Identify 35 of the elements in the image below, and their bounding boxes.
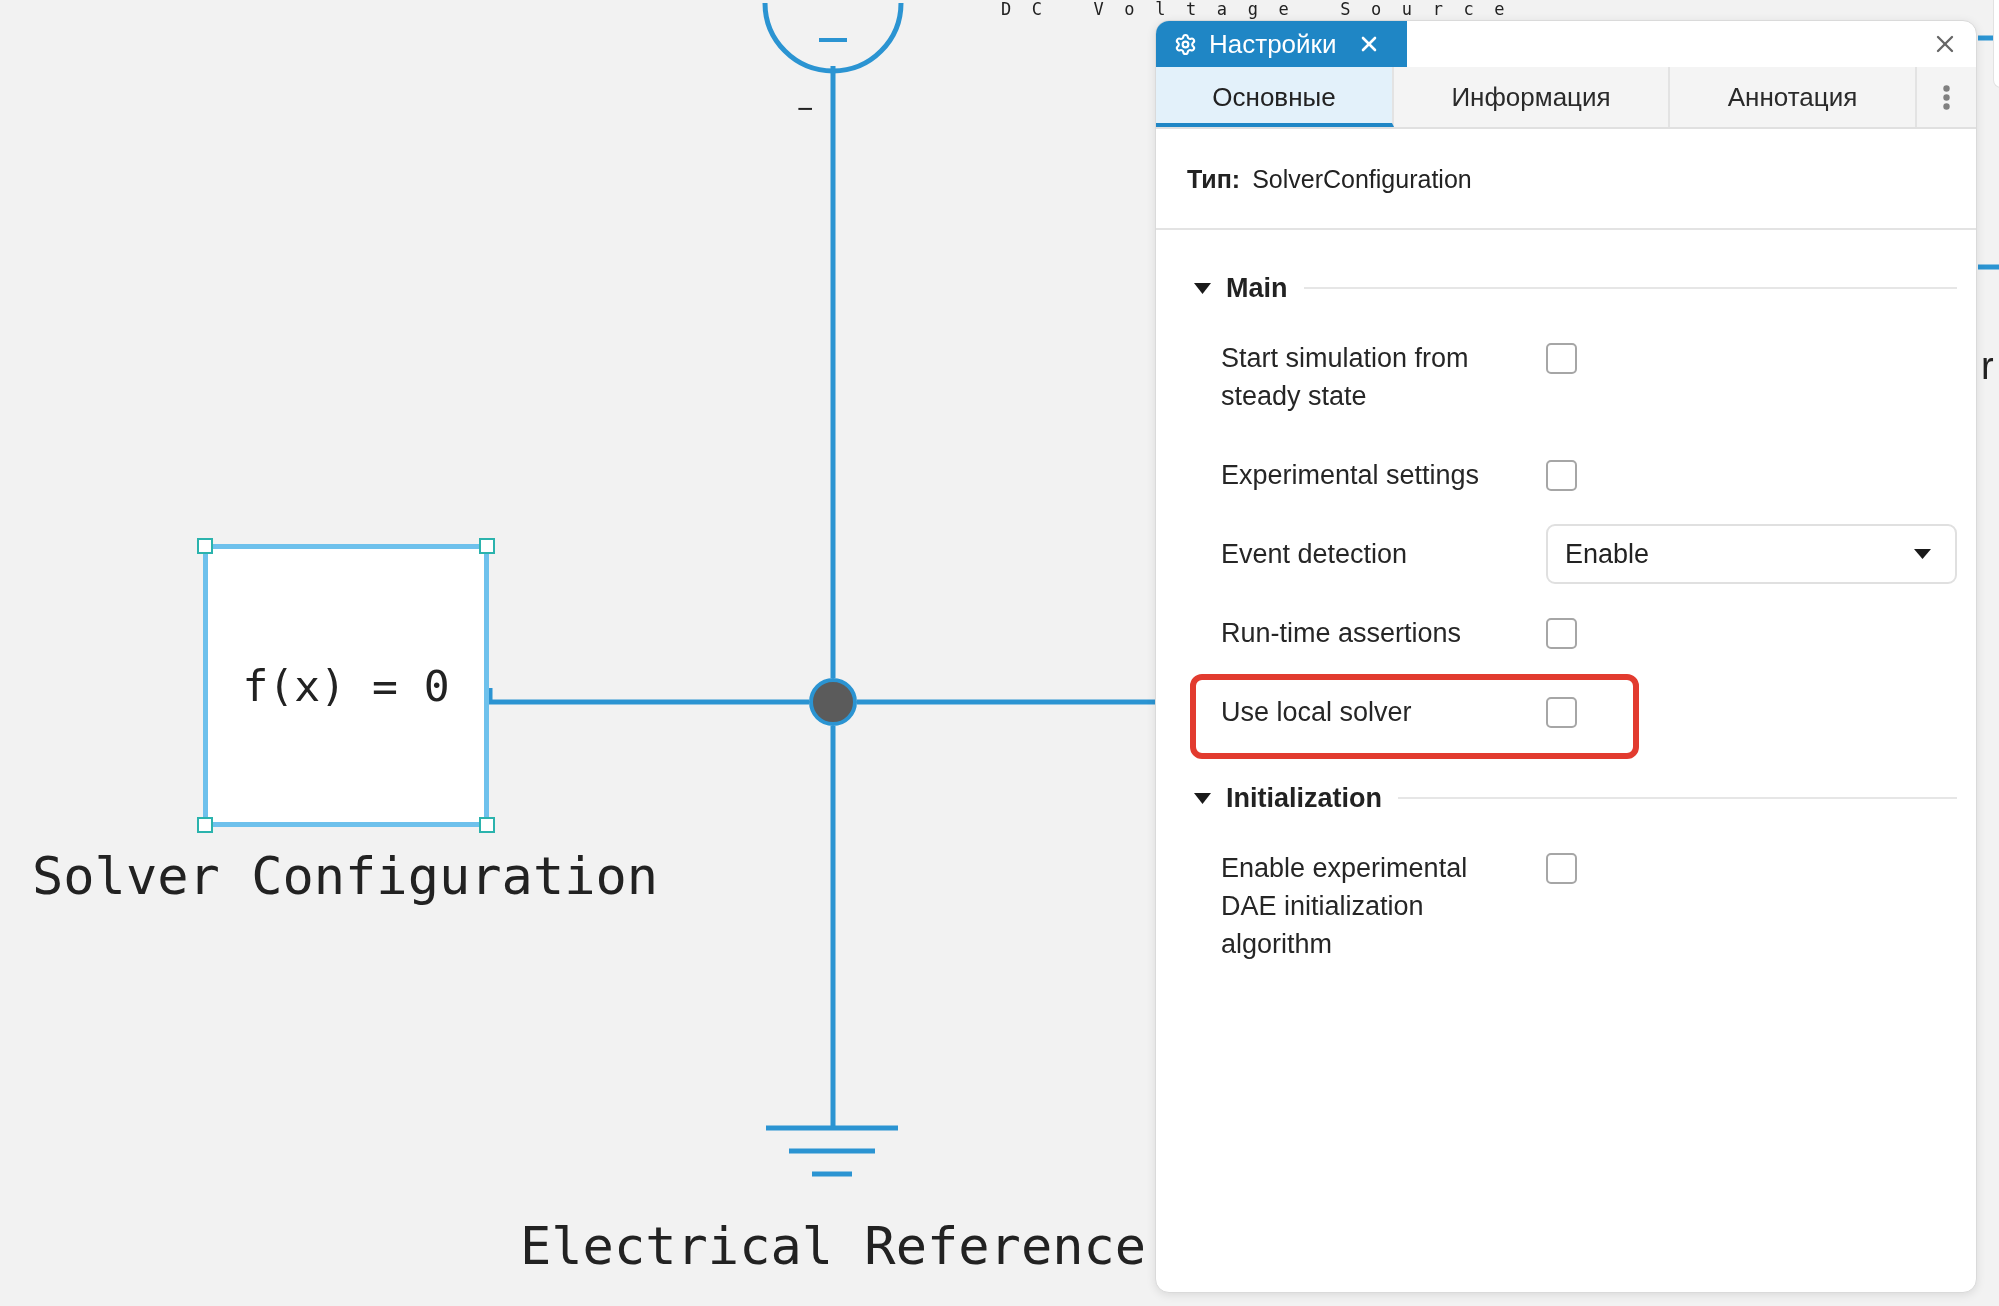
- port-label: −: [797, 93, 814, 125]
- junction-dot: [809, 678, 857, 726]
- resize-handle[interactable]: [197, 538, 213, 554]
- setting-label: Event detection: [1221, 539, 1408, 569]
- setting-label: Start simulation from steady state: [1221, 343, 1469, 411]
- section-title: Initialization: [1226, 782, 1382, 815]
- block-label: Solver Configuration: [32, 846, 659, 906]
- setting-label: Use local solver: [1221, 697, 1412, 727]
- resize-handle[interactable]: [479, 817, 495, 833]
- resize-handle[interactable]: [479, 538, 495, 554]
- setting-label: Enable experimental DAE initialization algorithm: [1221, 853, 1468, 959]
- block-label: Electrical Reference: [520, 1216, 1147, 1276]
- type-label: Тип:: [1187, 163, 1241, 194]
- block-equation: f(x) = 0: [242, 660, 450, 711]
- setting-label: Run-time assertions: [1221, 618, 1462, 648]
- block-label: r: [1981, 344, 1994, 388]
- panel-tab[interactable]: Настройки: [1156, 21, 1407, 67]
- collapse-triangle-icon[interactable]: [1194, 282, 1211, 294]
- tab[interactable]: Основные: [1156, 67, 1394, 127]
- settings-icon: [1174, 32, 1197, 56]
- type-value: SolverConfiguration: [1252, 163, 1472, 194]
- section-title: Main: [1226, 272, 1288, 305]
- resize-handle[interactable]: [197, 817, 213, 833]
- checkbox[interactable]: [1546, 342, 1577, 374]
- collapse-triangle-icon[interactable]: [1194, 792, 1211, 804]
- wire: [1978, 264, 1999, 270]
- checkbox[interactable]: [1546, 696, 1577, 728]
- more-icon: [1943, 84, 1950, 110]
- setting-label: Experimental settings: [1221, 460, 1480, 490]
- checkbox[interactable]: [1546, 852, 1577, 884]
- checkbox[interactable]: [1546, 617, 1577, 649]
- block-title: DC Voltage Source: [1001, 0, 1526, 19]
- caret-icon: [1914, 549, 1931, 559]
- checkbox[interactable]: [1546, 459, 1577, 491]
- dropdown[interactable]: Enable: [1546, 524, 1957, 584]
